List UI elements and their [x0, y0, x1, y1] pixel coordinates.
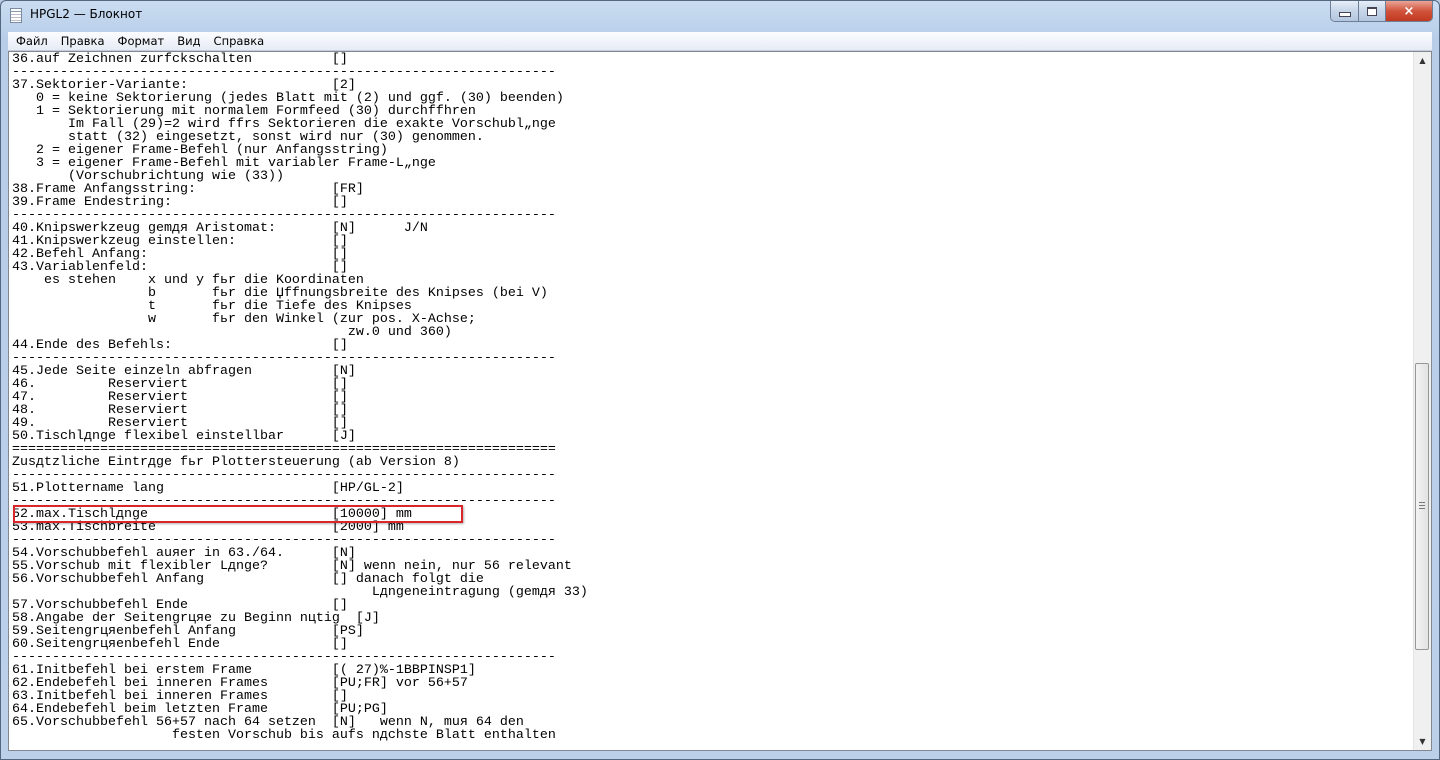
minimize-icon: [1338, 11, 1351, 17]
menu-help[interactable]: Справка: [209, 34, 270, 48]
vertical-scrollbar[interactable]: ▲ ▼: [1413, 52, 1431, 750]
scroll-down-button[interactable]: ▼: [1414, 733, 1431, 750]
arrow-down-icon: ▼: [1419, 737, 1426, 746]
window-controls: ×: [1330, 1, 1433, 22]
editor-text[interactable]: 36.auf Zeichnen zurfckschalten [] -------…: [12, 53, 588, 742]
window-title: HPGL2 — Блокнот: [30, 7, 143, 21]
text-editor[interactable]: 36.auf Zeichnen zurfckschalten [] -------…: [8, 51, 1432, 751]
highlight-box: [13, 505, 463, 523]
menu-edit[interactable]: Правка: [56, 34, 110, 48]
arrow-up-icon: ▲: [1419, 56, 1426, 65]
close-icon: ×: [1403, 3, 1415, 19]
minimize-button[interactable]: [1331, 1, 1359, 21]
notepad-icon: [10, 8, 22, 23]
grip-icon: [1419, 502, 1425, 509]
menu-bar: Файл Правка Формат Вид Справка: [8, 32, 1432, 51]
menu-view[interactable]: Вид: [172, 34, 205, 48]
title-bar[interactable]: HPGL2 — Блокнот ×: [1, 1, 1439, 31]
text-line: festen Vorschub bis aufs nдchste Blatt e…: [12, 728, 556, 743]
scrollbar-thumb[interactable]: [1415, 363, 1429, 650]
menu-format[interactable]: Формат: [113, 34, 170, 48]
notepad-window: HPGL2 — Блокнот × Файл Правка Формат Вид…: [0, 0, 1440, 760]
scroll-up-button[interactable]: ▲: [1414, 52, 1431, 69]
maximize-icon: [1367, 6, 1377, 16]
maximize-button[interactable]: [1359, 1, 1386, 21]
menu-file[interactable]: Файл: [11, 34, 53, 48]
close-button[interactable]: ×: [1386, 1, 1432, 21]
